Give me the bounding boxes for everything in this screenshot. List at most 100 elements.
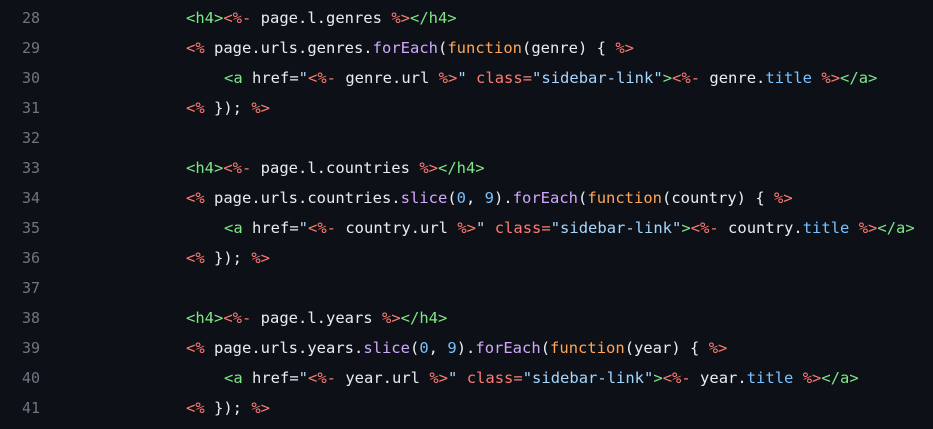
code-token: title xyxy=(802,219,850,237)
code-token: <%- xyxy=(223,9,252,27)
code-token: class= xyxy=(466,369,523,387)
line-number: 33 xyxy=(21,159,40,177)
code-token: page.urls.years. xyxy=(204,339,364,357)
code-token: country.url xyxy=(336,219,458,237)
code-token: function xyxy=(587,189,663,207)
code-token: title xyxy=(746,369,794,387)
code-token: 9 xyxy=(447,339,457,357)
code-token: <%- xyxy=(223,309,252,327)
code-token: <h4> xyxy=(186,9,224,27)
code-token: "sidebar-link" xyxy=(532,69,663,87)
code-content: <% page.urls.countries.slice(0, 9).forEa… xyxy=(40,189,933,207)
code-token: ). xyxy=(456,339,476,357)
code-content: <a href="<%- year.url %>" class="sidebar… xyxy=(40,369,933,387)
code-line: 38 <h4><%- page.l.years %></h4> xyxy=(0,303,933,333)
code-token: forEach xyxy=(372,39,438,57)
code-token: , xyxy=(428,339,448,357)
code-token: <% xyxy=(186,39,205,57)
code-token: %> xyxy=(381,309,401,327)
code-token: <a xyxy=(224,69,243,87)
code-line: 39 <% page.urls.years.slice(0, 9).forEach… xyxy=(0,333,933,363)
code-token: %> xyxy=(708,339,728,357)
code-token: ( xyxy=(447,189,457,207)
code-token: </h4> xyxy=(409,9,457,27)
code-token: ( xyxy=(540,339,551,357)
code-token: <% xyxy=(186,99,205,117)
code-token: }); xyxy=(204,99,252,117)
code-token: </h4> xyxy=(400,309,448,327)
code-token: page.l.countries xyxy=(251,159,420,177)
code-line: 32 xyxy=(0,123,933,153)
code-token: forEach xyxy=(512,189,579,207)
code-token: <% xyxy=(186,339,205,357)
code-content: <a href="<%- country.url %>" class="side… xyxy=(40,219,933,237)
code-line: 35 <a href="<%- country.url %>" class="si… xyxy=(0,213,933,243)
code-token: </a> xyxy=(821,369,859,387)
code-token: (country) { xyxy=(662,189,774,207)
code-content: <% page.urls.genres.forEach(function(gen… xyxy=(40,39,933,57)
code-token: <%- xyxy=(308,369,337,387)
code-token: > xyxy=(662,69,673,87)
code-token: (year) { xyxy=(624,339,709,357)
code-token: <% xyxy=(186,249,205,267)
line-number: 32 xyxy=(21,129,40,147)
code-token: slice xyxy=(400,189,448,207)
code-token: "sidebar-link" xyxy=(550,219,682,237)
code-token: genre. xyxy=(700,69,766,87)
code-token: <%- xyxy=(308,219,337,237)
code-token: 9 xyxy=(484,189,495,207)
code-line: 28 <h4><%- page.l.genres %></h4> xyxy=(0,3,933,33)
code-token: " xyxy=(298,219,309,237)
code-line: 41 <% }); %> xyxy=(0,393,933,423)
code-line: 36 <% }); %> xyxy=(0,243,933,273)
code-token: " xyxy=(448,369,458,387)
code-token: %> xyxy=(802,369,822,387)
code-token: <h4> xyxy=(186,159,224,177)
code-token: }); xyxy=(204,399,252,417)
code-token: "sidebar-link" xyxy=(522,369,654,387)
line-number: 29 xyxy=(21,39,40,57)
code-token: <% xyxy=(186,189,205,207)
code-token: %> xyxy=(251,399,271,417)
code-token: > xyxy=(681,219,691,237)
code-token: genre.url xyxy=(336,69,439,87)
code-token: <%- xyxy=(223,159,252,177)
code-token: <%- xyxy=(308,69,337,87)
code-token: class= xyxy=(494,219,551,237)
code-token: }); xyxy=(204,249,252,267)
code-token: %> xyxy=(429,369,449,387)
line-number: 36 xyxy=(21,249,40,267)
code-content: <% }); %> xyxy=(40,249,933,267)
code-token: <% xyxy=(186,399,205,417)
code-token: <%- xyxy=(690,219,719,237)
code-token: 0 xyxy=(419,339,429,357)
code-token: </a> xyxy=(840,69,878,87)
code-token: %> xyxy=(821,69,841,87)
code-token: forEach xyxy=(475,339,541,357)
code-token: " xyxy=(476,219,486,237)
code-line: 34 <% page.urls.countries.slice(0, 9).for… xyxy=(0,183,933,213)
code-token: href= xyxy=(242,219,299,237)
code-token: year.url xyxy=(336,369,430,387)
code-token: class= xyxy=(476,69,533,87)
line-number: 37 xyxy=(21,279,40,297)
code-line: 29 <% page.urls.genres.forEach(function(g… xyxy=(0,33,933,63)
code-view: 28 <h4><%- page.l.genres %></h4> 29 <% page… xyxy=(0,0,933,429)
code-token: %> xyxy=(391,9,410,27)
code-content: <% }); %> xyxy=(40,399,933,417)
code-token: " xyxy=(298,369,309,387)
code-line: 31 <% }); %> xyxy=(0,93,933,123)
code-line: 37 xyxy=(0,273,933,303)
code-token: %> xyxy=(615,39,634,57)
code-token: " xyxy=(298,69,309,87)
code-token: ( xyxy=(578,189,588,207)
code-token: <a xyxy=(224,219,243,237)
code-token: %> xyxy=(251,99,271,117)
line-number: 38 xyxy=(21,309,40,327)
code-content: <h4><%- page.l.years %></h4> xyxy=(40,309,933,327)
code-token: href= xyxy=(242,369,299,387)
code-token: ( xyxy=(409,339,420,357)
code-token: slice xyxy=(363,339,410,357)
